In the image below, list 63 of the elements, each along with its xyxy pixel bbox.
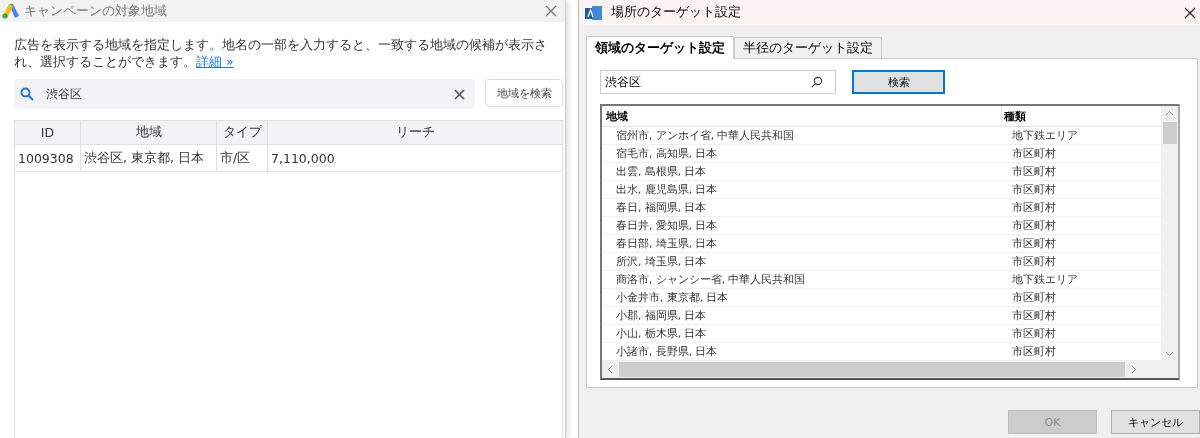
scroll-thumb[interactable] — [619, 362, 1125, 377]
search-input[interactable]: 渋谷区 — [603, 74, 811, 90]
location-type: 市区町村 — [1011, 164, 1057, 179]
location-name[interactable]: 出水, 鹿児島県, 日本 — [602, 182, 1002, 197]
location-type: 市区町村 — [1011, 236, 1057, 251]
close-icon[interactable] — [1184, 6, 1196, 19]
scroll-right-icon[interactable] — [1131, 365, 1137, 374]
column-header: タイプ — [217, 121, 268, 144]
search-button[interactable]: 検索 — [852, 70, 945, 94]
location-name[interactable]: 宿毛市, 高知県, 日本 — [602, 146, 1002, 161]
location-type: 市区町村 — [1011, 254, 1057, 269]
location-type: 市区町村 — [1011, 200, 1057, 215]
location-type: 市区町村 — [1011, 326, 1057, 341]
search-button[interactable]: 地域を検索 — [485, 79, 563, 107]
search-field[interactable]: 渋谷区 — [14, 79, 476, 109]
location-type: 市区町村 — [1011, 218, 1057, 233]
tab[interactable]: 半径のターゲット設定 — [734, 37, 882, 58]
search-icon — [20, 87, 34, 101]
column-header: リーチ — [394, 123, 436, 141]
search-icon — [811, 76, 823, 88]
location-type: 市区町村 — [1011, 146, 1057, 161]
location-name[interactable]: 春日部, 埼玉県, 日本 — [602, 236, 1002, 251]
table-cell: 渋谷区, 東京都, 日本 — [81, 145, 217, 171]
location-name[interactable]: 所沢, 埼玉県, 日本 — [602, 254, 1002, 269]
details-link[interactable]: 詳細 » — [196, 54, 234, 69]
location-name[interactable]: 小山, 栃木県, 日本 — [602, 326, 1002, 341]
location-name[interactable]: 宿州市, アンホイ省, 中華人民共和国 — [602, 128, 1002, 143]
clear-icon[interactable] — [454, 88, 466, 100]
location-type: 地下鉄エリア — [1011, 128, 1079, 143]
location-name[interactable]: 小諸市, 長野県, 日本 — [602, 344, 1002, 359]
location-type: 市区町村 — [1011, 308, 1057, 323]
column-header: 地域 — [81, 121, 217, 144]
location-name[interactable]: 春日井, 愛知県, 日本 — [602, 218, 1002, 233]
location-name[interactable]: 商洛市, シャンシー省, 中華人民共和国 — [602, 272, 1002, 287]
scroll-left-icon[interactable] — [607, 365, 613, 374]
column-header: 地域 — [602, 106, 1002, 126]
description-text: 広告を表示する地域を指定します。地名の一部を入力すると、一致する地域の候補が表示され、選択することができます。詳細 » — [14, 36, 548, 70]
column-header: 種類 — [1003, 108, 1027, 125]
cancel-button[interactable]: キャンセル — [1111, 410, 1200, 434]
location-name[interactable]: 春日, 福岡県, 日本 — [602, 200, 1002, 215]
location-name[interactable]: 小金井市, 東京都, 日本 — [602, 290, 1002, 305]
column-header: ID — [15, 121, 81, 144]
scroll-up-icon[interactable] — [1165, 110, 1174, 116]
window-title: キャンペーンの対象地域 — [24, 2, 168, 20]
search-input[interactable]: 渋谷区 — [44, 86, 445, 102]
scroll-down-icon[interactable] — [1165, 351, 1174, 357]
horizontal-scrollbar[interactable] — [602, 361, 1178, 378]
location-type: 市区町村 — [1011, 182, 1057, 197]
location-name[interactable]: 出雲, 島根県, 日本 — [602, 164, 1002, 179]
scroll-thumb[interactable] — [1162, 122, 1177, 144]
logo-icon — [2, 3, 20, 19]
window-title: 場所のターゲット設定 — [611, 4, 742, 21]
location-type: 地下鉄エリア — [1011, 272, 1079, 287]
location-name[interactable]: 小郡, 福岡県, 日本 — [602, 308, 1002, 323]
tab[interactable]: 領域のターゲット設定 — [586, 36, 734, 59]
location-type: 市区町村 — [1011, 290, 1057, 305]
table-cell: 市/区 — [217, 145, 268, 171]
table-cell-text: 7,110,000 — [270, 149, 336, 168]
search-field[interactable]: 渋谷区 — [600, 70, 836, 94]
table-cell: 1009308 — [15, 145, 81, 171]
location-type: 市区町村 — [1011, 344, 1057, 359]
vertical-scrollbar[interactable] — [1161, 106, 1178, 361]
app-icon — [585, 4, 603, 21]
